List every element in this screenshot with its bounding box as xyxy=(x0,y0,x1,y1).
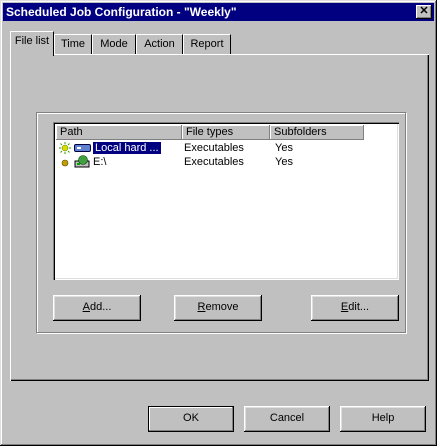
tab-time[interactable]: Time xyxy=(54,34,92,54)
close-icon: ✕ xyxy=(419,5,429,17)
add-button[interactable]: Add... xyxy=(53,295,141,321)
row-path-text: Local hard ... xyxy=(93,142,161,154)
tab-report[interactable]: Report xyxy=(183,34,231,54)
column-header-subfolders-label: Subfolders xyxy=(274,126,327,138)
tab-mode[interactable]: Mode xyxy=(92,34,136,54)
column-header-subfolders[interactable]: Subfolders xyxy=(270,125,364,140)
file-list[interactable]: Path File types Subfolders Local hard ..… xyxy=(53,122,399,280)
ok-button[interactable]: OK xyxy=(148,406,234,432)
window-title: Scheduled Job Configuration - "Weekly" xyxy=(6,5,237,19)
row-file-types: Executables xyxy=(184,142,244,154)
row-subfolders: Yes xyxy=(275,142,293,154)
tab-action[interactable]: Action xyxy=(136,34,183,54)
tab-report-label: Report xyxy=(190,38,224,50)
add-button-mnemonic: A xyxy=(82,301,90,313)
close-button[interactable]: ✕ xyxy=(416,5,432,19)
remove-button[interactable]: Remove xyxy=(174,295,262,321)
column-header-path[interactable]: Path xyxy=(56,125,182,140)
cancel-button-label: Cancel xyxy=(269,412,305,424)
bullet-icon xyxy=(61,159,69,167)
network-drive-icon xyxy=(74,155,90,168)
ok-button-label: OK xyxy=(183,412,199,424)
edit-button-label: dit... xyxy=(348,301,370,313)
tab-file-list[interactable]: File list xyxy=(10,31,54,56)
help-button[interactable]: Help xyxy=(340,406,426,432)
row-file-types: Executables xyxy=(184,156,244,168)
add-button-label: dd... xyxy=(89,301,112,313)
column-header-file-types-label: File types xyxy=(186,126,234,138)
tab-file-list-label: File list xyxy=(14,35,50,47)
tab-mode-label: Mode xyxy=(100,38,128,50)
column-header-path-label: Path xyxy=(60,126,83,138)
row-subfolders: Yes xyxy=(275,156,293,168)
edit-button[interactable]: Edit... xyxy=(311,295,399,321)
row-path: Local hard ... xyxy=(93,141,161,155)
hard-drive-icon xyxy=(74,144,91,152)
remove-button-label: emove xyxy=(205,301,239,313)
sun-icon xyxy=(59,142,71,154)
tab-action-label: Action xyxy=(144,38,175,50)
title-bar[interactable]: Scheduled Job Configuration - "Weekly" ✕ xyxy=(3,3,434,21)
tab-time-label: Time xyxy=(60,38,86,50)
row-path: E:\ xyxy=(93,156,107,168)
cancel-button[interactable]: Cancel xyxy=(244,406,330,432)
column-header-file-types[interactable]: File types xyxy=(182,125,270,140)
help-button-label: Help xyxy=(371,412,395,424)
